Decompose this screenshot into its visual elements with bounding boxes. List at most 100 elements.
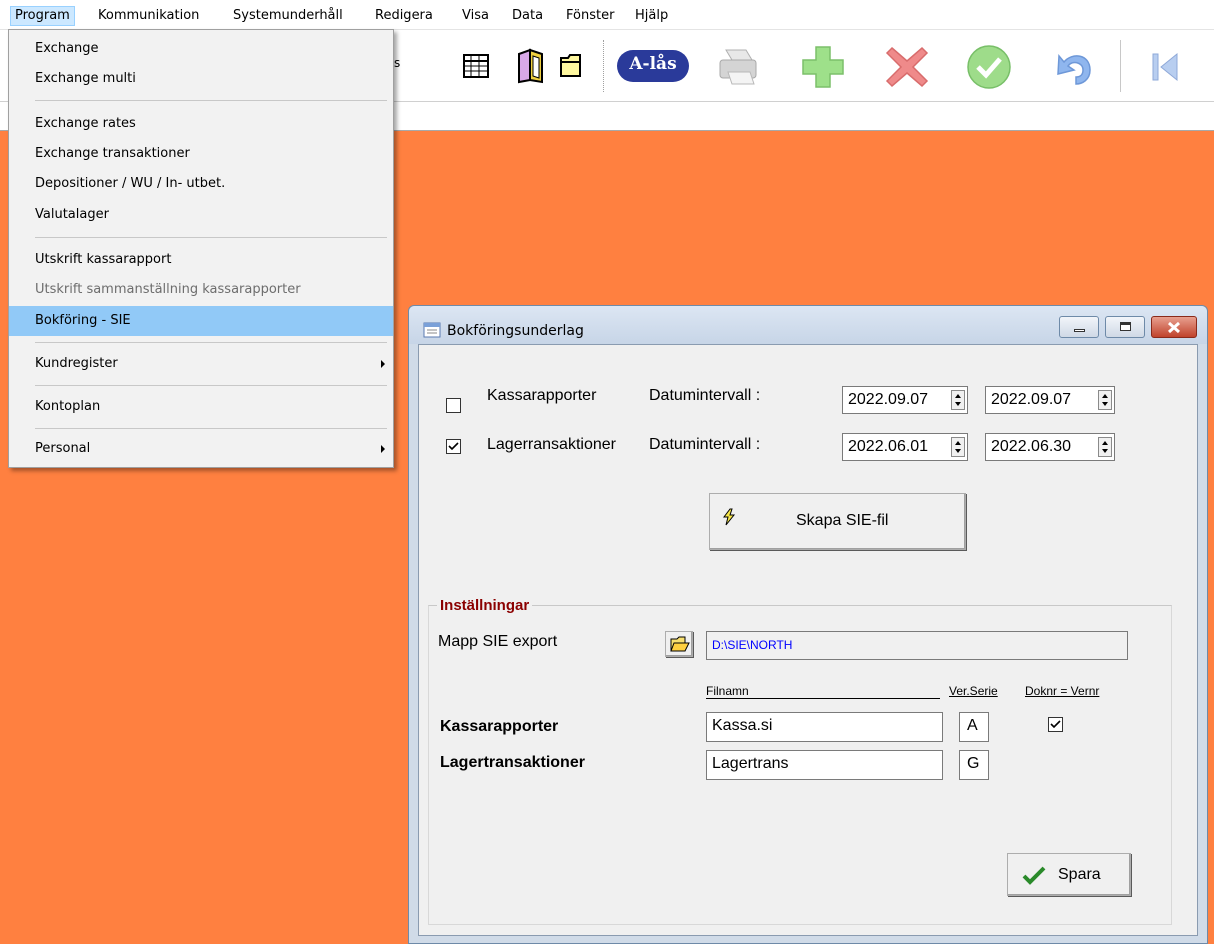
kassa-date-from-value: 2022.09.07 <box>848 391 929 408</box>
maximize-button[interactable] <box>1105 316 1145 338</box>
menu-separator <box>35 237 387 238</box>
toolbar-separator <box>603 40 604 92</box>
lagerransaktioner-label: Lagerransaktioner <box>487 436 616 453</box>
grid-view-icon[interactable] <box>462 52 490 80</box>
lightning-icon <box>723 508 736 526</box>
menu-bar: Program Kommunikation Systemunderhåll Re… <box>0 0 1214 30</box>
save-label: Spara <box>1058 866 1101 883</box>
folder-icon[interactable] <box>558 52 584 80</box>
settings-group-title: Inställningar <box>437 597 533 614</box>
menu-program[interactable]: Program <box>10 6 75 26</box>
datumintervall-label: Datumintervall : <box>649 387 761 404</box>
printer-icon[interactable] <box>716 46 764 88</box>
minimize-button[interactable] <box>1059 316 1099 338</box>
lager-filename-value: Lagertrans <box>712 755 789 772</box>
menu-systemunderhall[interactable]: Systemunderhåll <box>229 6 347 26</box>
kassa-filename-field[interactable]: Kassa.si <box>706 712 943 742</box>
kassa-doknr-checkbox[interactable] <box>1048 717 1063 732</box>
delete-icon[interactable] <box>884 44 930 90</box>
open-folder-icon <box>670 636 690 652</box>
submenu-arrow-icon <box>381 360 385 368</box>
kassa-date-to-value: 2022.09.07 <box>991 391 1072 408</box>
toolbar-truncated-label: s <box>394 56 401 70</box>
spin-arrows-icon[interactable] <box>1098 437 1112 457</box>
lager-series-value: G <box>967 755 980 772</box>
menu-item-kundregister-label: Kundregister <box>35 356 118 371</box>
folder-label: Mapp SIE export <box>438 633 558 650</box>
close-icon <box>1167 321 1181 334</box>
menu-separator <box>35 428 387 429</box>
maximize-icon <box>1120 322 1131 331</box>
lager-setting-label: Lagertransaktioner <box>440 754 585 771</box>
menu-item-exchange-rates[interactable]: Exchange rates <box>9 109 393 139</box>
add-icon[interactable] <box>800 44 846 90</box>
checkmark-icon <box>448 442 459 451</box>
browse-folder-button[interactable] <box>665 631 693 657</box>
kassa-series-field[interactable]: A <box>959 712 989 742</box>
dialog-body: Kassarapporter Datumintervall : 2022.09.… <box>418 344 1198 936</box>
lager-date-from-value: 2022.06.01 <box>848 438 929 455</box>
menu-item-exchange-multi[interactable]: Exchange multi <box>9 64 393 94</box>
skapa-sie-button[interactable]: Skapa SIE-fil <box>709 493 966 550</box>
menu-item-exchange-transaktioner[interactable]: Exchange transaktioner <box>9 139 393 169</box>
menu-item-utskrift-kassarapport[interactable]: Utskrift kassarapport <box>9 245 393 275</box>
kassa-date-to-field[interactable]: 2022.09.07 <box>985 386 1115 414</box>
menu-fonster[interactable]: Fönster <box>562 6 618 26</box>
toolbar-separator-2 <box>1120 40 1121 92</box>
menu-kommunikation[interactable]: Kommunikation <box>94 6 203 26</box>
submenu-arrow-icon <box>381 445 385 453</box>
book-icon[interactable] <box>516 48 546 84</box>
menu-item-kontoplan[interactable]: Kontoplan <box>9 392 393 422</box>
menu-redigera[interactable]: Redigera <box>371 6 437 26</box>
spin-arrows-icon[interactable] <box>1098 390 1112 410</box>
menu-item-bokforing-sie[interactable]: Bokföring - SIE <box>9 306 393 336</box>
alas-button[interactable]: A-lås <box>617 50 689 82</box>
checkmark-icon <box>1050 720 1061 729</box>
lager-date-to-field[interactable]: 2022.06.30 <box>985 433 1115 461</box>
lagertransaktioner-checkbox[interactable] <box>446 439 461 454</box>
verserie-header: Ver.Serie <box>949 684 998 698</box>
menu-separator <box>35 385 387 386</box>
menu-item-personal[interactable]: Personal <box>9 434 393 464</box>
bokforing-dialog: Bokföringsunderlag Kassarapporter Datumi… <box>408 305 1208 944</box>
kassa-filename-value: Kassa.si <box>712 717 773 734</box>
lager-date-from-field[interactable]: 2022.06.01 <box>842 433 968 461</box>
sie-export-folder-field[interactable]: D:\SIE\NORTH <box>706 631 1128 660</box>
spin-arrows-icon[interactable] <box>951 437 965 457</box>
kassarapporter-checkbox[interactable] <box>446 398 461 413</box>
filnamn-header: Filnamn <box>706 684 940 699</box>
kassa-series-value: A <box>967 717 978 734</box>
save-button[interactable]: Spara <box>1007 853 1131 896</box>
menu-item-personal-label: Personal <box>35 441 91 456</box>
menu-item-valutalager[interactable]: Valutalager <box>9 200 393 230</box>
minimize-icon <box>1074 329 1085 332</box>
menu-visa[interactable]: Visa <box>458 6 493 26</box>
lager-date-to-value: 2022.06.30 <box>991 438 1072 455</box>
confirm-icon[interactable] <box>966 44 1012 90</box>
checkmark-save-icon <box>1022 866 1046 885</box>
close-window-button[interactable] <box>1151 316 1197 338</box>
menu-separator <box>35 100 387 101</box>
lager-filename-field[interactable]: Lagertrans <box>706 750 943 780</box>
skapa-sie-label: Skapa SIE-fil <box>796 512 889 529</box>
undo-icon[interactable] <box>1050 44 1096 90</box>
spin-arrows-icon[interactable] <box>951 390 965 410</box>
menu-hjalp[interactable]: Hjälp <box>631 6 672 26</box>
doknr-header: Doknr = Vernr <box>1025 684 1100 698</box>
menu-item-exchange[interactable]: Exchange <box>9 34 393 64</box>
dialog-titlebar[interactable]: Bokföringsunderlag <box>409 306 1207 344</box>
alas-label: A-lås <box>629 54 677 74</box>
menu-data[interactable]: Data <box>508 6 547 26</box>
lager-series-field[interactable]: G <box>959 750 989 780</box>
kassa-setting-label: Kassarapporter <box>440 718 559 735</box>
datumintervall-label-2: Datumintervall : <box>649 436 761 453</box>
dialog-title: Bokföringsunderlag <box>447 323 584 339</box>
menu-separator <box>35 342 387 343</box>
kassa-date-from-field[interactable]: 2022.09.07 <box>842 386 968 414</box>
sie-export-folder-value: D:\SIE\NORTH <box>712 638 793 652</box>
program-menu: Exchange Exchange multi Exchange rates E… <box>8 29 394 468</box>
menu-item-depositioner[interactable]: Depositioner / WU / In- utbet. <box>9 169 393 199</box>
kassarapporter-label: Kassarapporter <box>487 387 597 404</box>
first-record-icon[interactable] <box>1150 50 1180 84</box>
menu-item-kundregister[interactable]: Kundregister <box>9 349 393 379</box>
